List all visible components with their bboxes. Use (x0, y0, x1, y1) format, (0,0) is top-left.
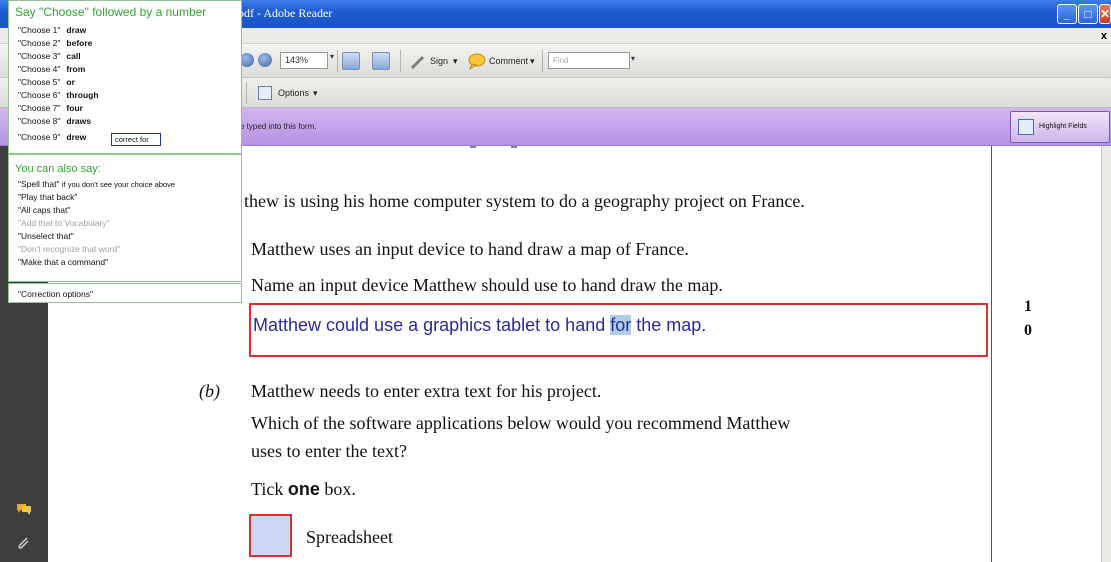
tick-before: Tick (251, 479, 288, 499)
minimize-button[interactable]: _ (1057, 4, 1077, 24)
choice-command: "Choose 6" (18, 90, 61, 100)
toolbar-divider (400, 50, 401, 72)
options-icon (258, 86, 272, 100)
answer-text-before: Matthew could use a graphics tablet to h… (253, 315, 611, 335)
choice-item[interactable]: "Choose 5" or (18, 77, 75, 87)
play-that-back-command[interactable]: "Play that back" (18, 192, 77, 202)
toolbar-divider (542, 50, 543, 72)
spreadsheet-checkbox[interactable] (249, 514, 292, 557)
sign-label: Sign (430, 56, 449, 66)
full-screen-icon[interactable] (372, 52, 390, 70)
highlight-fields-button[interactable]: Highlight Fields (1010, 111, 1110, 143)
choice-word: from (66, 64, 86, 74)
dont-recognize-command: "Don't recognize that word" (18, 244, 121, 254)
command-hint: if you don't see your choice above (61, 180, 176, 189)
maximize-button[interactable]: □ (1078, 4, 1098, 24)
options-dropdown-icon: ▾ (313, 88, 318, 98)
question-a-line1: Matthew uses an input device to hand dra… (251, 239, 689, 259)
also-say-panel: You can also say: "Spell that" if you do… (8, 154, 242, 282)
zoom-dropdown-icon[interactable]: ▾ (330, 52, 340, 69)
tick-instruction: Tick one box. (251, 479, 356, 500)
choice-item[interactable]: "Choose 1" draw (18, 25, 86, 35)
correction-text-input[interactable]: correct for (111, 133, 161, 146)
choice-command: "Choose 3" (18, 51, 61, 61)
choice-word: four (66, 103, 83, 113)
marks-top: 1 (1024, 298, 1032, 315)
zoom-out-icon[interactable] (240, 53, 254, 67)
correction-options-label: "Correction options" (18, 289, 94, 299)
question-b-line2: Which of the software applications below… (251, 413, 791, 433)
highlight-fields-label: Highlight Fields (1039, 123, 1087, 130)
add-to-vocabulary-command: "Add that to Vocabulary" (18, 218, 110, 228)
all-caps-that-command[interactable]: "All caps that" (18, 205, 70, 215)
choice-command: "Choose 7" (18, 103, 61, 113)
choice-command: "Choose 5" (18, 77, 61, 87)
question-a-line2: Name an input device Matthew should use … (251, 275, 723, 295)
choice-command: "Choose 1" (18, 25, 61, 35)
comment-dropdown-icon: ▾ (530, 56, 535, 66)
choice-command: "Choose 9" (18, 132, 61, 142)
tick-one: one (287, 479, 320, 499)
highlight-fields-icon (1018, 119, 1034, 135)
find-dropdown-icon[interactable]: ▾ (631, 54, 635, 63)
marks-bottom: 0 (1024, 322, 1032, 339)
choice-item[interactable]: "Choose 7" four (18, 103, 83, 113)
command-text: "Spell that" (18, 179, 60, 189)
choice-command: "Choose 2" (18, 38, 61, 48)
choice-word: through (66, 90, 99, 100)
tick-after: box. (319, 479, 356, 499)
vertical-scrollbar[interactable] (1101, 146, 1111, 562)
choice-word: draw (66, 25, 87, 35)
question-intro: thew is using his home computer system t… (244, 191, 805, 211)
comments-panel-icon[interactable] (16, 502, 32, 516)
choice-item[interactable]: "Choose 2" before (18, 38, 92, 48)
find-input[interactable]: Find (548, 52, 630, 69)
choice-word: call (66, 51, 81, 61)
spell-that-command[interactable]: "Spell that" if you don't see your choic… (18, 179, 175, 189)
choice-word: before (66, 38, 93, 48)
document-close-icon[interactable]: x (1101, 30, 1107, 42)
choice-command: "Choose 8" (18, 116, 61, 126)
question-b-line3: uses to enter the text? (251, 441, 407, 461)
spreadsheet-label: Spreadsheet (306, 527, 393, 547)
answer-text-after: the map. (631, 315, 707, 335)
choice-word: draws (66, 116, 91, 126)
unselect-that-command[interactable]: "Unselect that" (18, 231, 74, 241)
comment-icon (468, 53, 486, 71)
choice-item[interactable]: "Choose 9" drew (18, 132, 86, 142)
question-b-line1: Matthew needs to enter extra text for hi… (251, 381, 602, 401)
fit-page-icon[interactable] (342, 52, 360, 70)
page-mark (511, 146, 517, 148)
correction-choices-panel: Say "Choose" followed by a number "Choos… (8, 0, 242, 154)
zoom-in-icon[interactable] (258, 53, 272, 67)
page-mark (470, 146, 476, 148)
choice-item[interactable]: "Choose 3" call (18, 51, 81, 61)
choice-word: or (66, 77, 75, 87)
pen-icon (411, 56, 424, 69)
choice-item[interactable]: "Choose 8" draws (18, 116, 91, 126)
marks-margin-line (991, 146, 992, 562)
choice-word: drew (66, 132, 87, 142)
toolbar-divider (337, 50, 338, 72)
close-button[interactable]: ✕ (1099, 4, 1111, 24)
sign-dropdown-icon: ▾ (453, 56, 458, 66)
selected-word[interactable]: for (610, 315, 632, 335)
also-header: You can also say: (15, 163, 101, 175)
question-b-label: (b) (199, 381, 220, 401)
choose-header: Say "Choose" followed by a number (15, 5, 207, 19)
toolbar-divider (246, 82, 247, 104)
choice-command: "Choose 4" (18, 64, 61, 74)
comment-label: Comment (489, 56, 529, 66)
choice-item[interactable]: "Choose 6" through (18, 90, 99, 100)
answer-text: Matthew could use a graphics tablet to h… (253, 315, 706, 336)
form-message: e typed into this form. (240, 122, 317, 131)
options-label: Options (278, 88, 310, 98)
zoom-input[interactable]: 143% (280, 52, 328, 69)
attachment-icon[interactable] (16, 536, 32, 550)
window-title: pdf - Adobe Reader (238, 6, 333, 20)
choice-item[interactable]: "Choose 4" from (18, 64, 85, 74)
correction-options-panel[interactable]: "Correction options" (8, 283, 242, 303)
make-command-command[interactable]: "Make that a command" (18, 257, 108, 267)
